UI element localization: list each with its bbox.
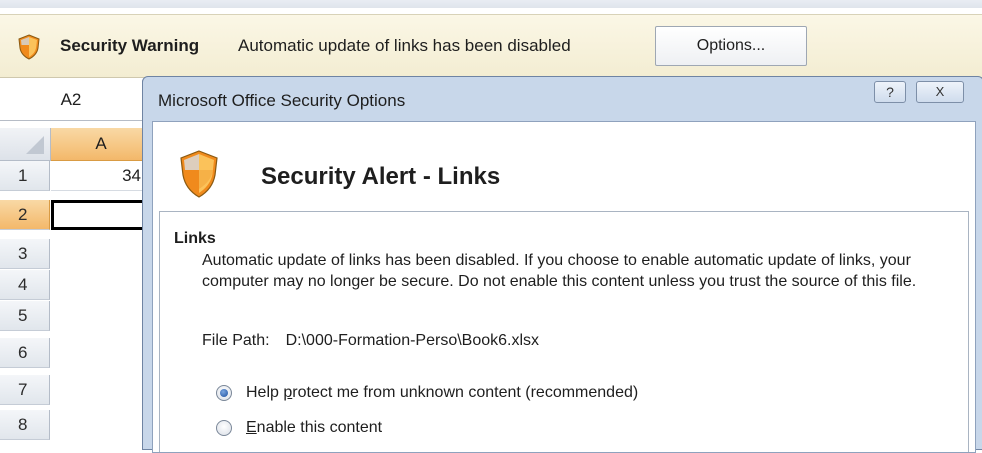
name-box[interactable]: A2 <box>0 80 143 121</box>
radio-help-protect[interactable]: Help protect me from unknown content (re… <box>216 384 638 402</box>
dialog-body: Security Alert - Links Links Automatic u… <box>152 121 976 453</box>
cell-a2-active[interactable] <box>51 200 151 230</box>
radio-label: Enable this content <box>246 419 383 436</box>
file-path-label: File Path: <box>202 332 270 349</box>
file-path-value: D:\000-Formation-Perso\Book6.xlsx <box>285 332 540 349</box>
help-button[interactable]: ? <box>874 81 906 103</box>
alert-title: Security Alert - Links <box>261 163 501 190</box>
file-path-row: File Path: D:\000-Formation-Perso\Book6.x… <box>202 332 539 350</box>
row-header-selected[interactable]: 2 <box>0 200 50 230</box>
radio-selected-icon[interactable] <box>216 385 232 401</box>
row-header[interactable]: 8 <box>0 410 50 440</box>
links-group-box: Links Automatic update of links has been… <box>159 211 969 452</box>
row-header[interactable]: 4 <box>0 270 50 300</box>
security-options-dialog: Microsoft Office Security Options ? X Se… <box>142 76 982 453</box>
row-header[interactable]: 3 <box>0 239 50 269</box>
section-heading: Links <box>174 230 216 247</box>
shield-icon <box>18 34 40 60</box>
radio-unselected-icon[interactable] <box>216 420 232 436</box>
security-warning-title: Security Warning <box>60 36 200 55</box>
row-header[interactable]: 7 <box>0 375 50 405</box>
cell-a1[interactable]: 34 <box>51 161 151 191</box>
row-header[interactable]: 5 <box>0 301 50 331</box>
radio-label: Help protect me from unknown content (re… <box>246 384 639 401</box>
column-header-a[interactable]: A <box>51 128 151 161</box>
security-warning-message: Automatic update of links has been disab… <box>238 36 571 55</box>
options-button[interactable]: Options... <box>655 26 807 66</box>
ribbon-edge <box>0 0 982 8</box>
security-warning-bar: Security Warning Automatic update of lin… <box>0 14 982 78</box>
dialog-title: Microsoft Office Security Options <box>158 91 406 110</box>
links-description: Automatic update of links has been disab… <box>202 252 917 290</box>
shield-icon <box>180 150 218 198</box>
radio-enable-content[interactable]: Enable this content <box>216 419 382 437</box>
select-all-button[interactable] <box>0 128 51 161</box>
row-header[interactable]: 6 <box>0 338 50 368</box>
row-header[interactable]: 1 <box>0 161 50 191</box>
close-button[interactable]: X <box>916 81 964 103</box>
